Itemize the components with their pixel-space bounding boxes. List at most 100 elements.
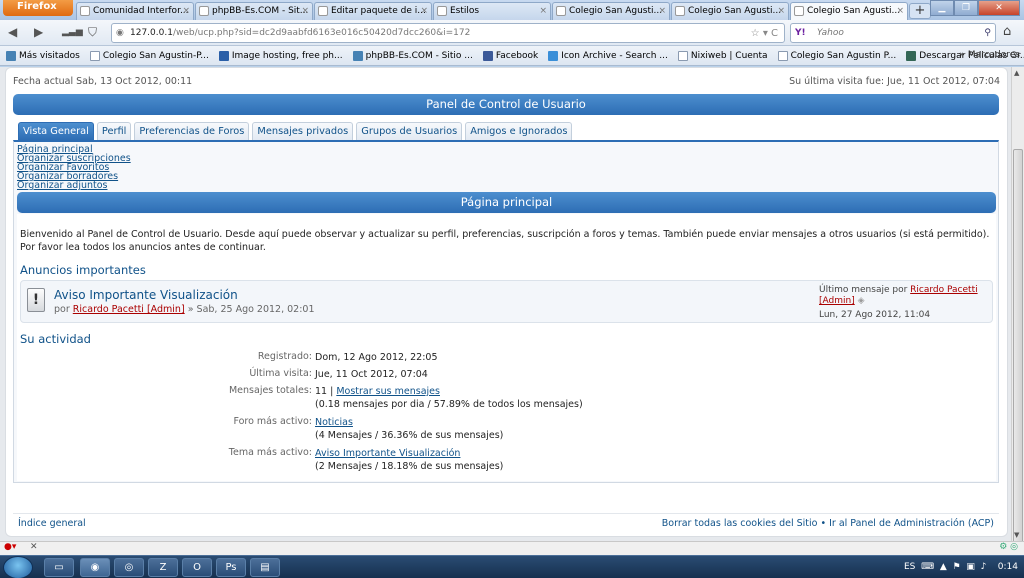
browser-tab-2[interactable]: Editar paquete de i... × <box>314 2 432 20</box>
phpbb-icon <box>352 50 363 61</box>
forward-arrow-icon[interactable]: ▶ <box>34 25 43 39</box>
last-post-author-link[interactable]: Ricardo Pacetti <box>910 285 977 295</box>
firefox-menu-button[interactable]: Firefox <box>3 0 73 16</box>
show-hidden-icons[interactable]: ▲ <box>940 562 947 572</box>
folder-icon <box>6 50 16 61</box>
browser-tab-4[interactable]: Colegio San Agusti... × <box>552 2 670 20</box>
announcement-title[interactable]: Aviso Importante Visualización <box>54 288 238 302</box>
page-icon <box>777 50 788 61</box>
browser-tab-5[interactable]: Colegio San Agusti... × <box>671 2 789 20</box>
tab-preferencias[interactable]: Preferencias de Foros <box>134 122 250 140</box>
announcement-meta: por Ricardo Pacetti [Admin] » Sab, 25 Ag… <box>54 304 315 315</box>
close-window-button[interactable]: ✕ <box>978 0 1020 16</box>
minimize-button[interactable]: ▁ <box>930 0 954 16</box>
url-bar[interactable]: ◉ 127.0.0.1/web/ucp.php?sid=dc2d9aabfd61… <box>111 23 785 43</box>
menu-adjuntos[interactable]: Organizar adjuntos <box>17 181 131 191</box>
view-latest-icon[interactable]: ◈ <box>858 296 865 306</box>
tab-favicon <box>794 6 804 16</box>
tab-vista-general[interactable]: Vista General <box>18 122 94 140</box>
bookmark-5[interactable]: Icon Archive - Search ... <box>548 50 668 61</box>
home-icon[interactable]: ⌂ <box>1003 24 1011 39</box>
close-icon[interactable]: × <box>301 3 309 19</box>
language-indicator[interactable]: ES <box>904 562 915 572</box>
scroll-thumb[interactable] <box>1013 149 1023 567</box>
announcement-icon: ! <box>27 288 45 312</box>
ucp-tabs: Vista General Perfil Preferencias de For… <box>18 122 575 140</box>
shield-icon[interactable]: ⛉ <box>88 25 97 40</box>
addon-bar-icon[interactable]: ⚙ ◎ <box>999 542 1018 552</box>
author-link[interactable]: Ricardo Pacetti [Admin] <box>73 304 185 315</box>
search-input[interactable]: Y! Yahoo ⚲ <box>790 23 996 43</box>
page-icon <box>89 50 100 61</box>
bookmark-2[interactable]: Image hosting, free ph... <box>218 50 343 61</box>
browser-tab-6[interactable]: Colegio San Agusti... × <box>790 2 908 20</box>
vertical-scrollbar[interactable]: ▲ ▼ <box>1011 67 1024 567</box>
start-button[interactable] <box>3 556 33 578</box>
flag-icon[interactable]: ⚑ <box>953 562 961 572</box>
close-icon[interactable]: × <box>182 3 190 19</box>
close-icon[interactable]: × <box>420 3 428 19</box>
navigation-bar: ◀ ▶ ▂▃▅ ⛉ ◉ 127.0.0.1/web/ucp.php?sid=dc… <box>0 20 1024 46</box>
scroll-up-icon[interactable]: ▲ <box>1014 69 1019 77</box>
bookmark-star-icon[interactable]: ☆ ▾ C <box>751 25 778 42</box>
bookmarks-menu[interactable]: » Marcadores <box>959 50 1020 60</box>
footer-links[interactable]: Borrar todas las cookies del Sitio • Ir … <box>662 514 994 534</box>
ucp-body: Página principal Organizar suscripciones… <box>13 140 999 483</box>
show-posts-link[interactable]: Mostrar sus mensajes <box>336 386 440 397</box>
page-viewport: Fecha actual Sab, 13 Oct 2012, 00:11 Su … <box>0 67 1011 541</box>
tab-amigos[interactable]: Amigos e Ignorados <box>465 122 573 140</box>
bookmark-3[interactable]: phpBB-Es.COM - Sitio ... <box>352 50 473 61</box>
search-icon[interactable]: ⚲ <box>984 24 991 42</box>
volume-icon[interactable]: ♪ <box>981 562 987 572</box>
maximize-button[interactable]: ❐ <box>954 0 978 16</box>
announcement-row: ! Aviso Importante Visualización por Ric… <box>20 280 993 323</box>
close-icon[interactable]: × <box>777 3 785 19</box>
image-shack-icon <box>218 50 229 61</box>
welcome-text: Bienvenido al Panel de Control de Usuari… <box>20 229 990 253</box>
close-icon[interactable]: × <box>658 3 666 19</box>
tab-strip: Comunidad Interfor... × phpBB-Es.COM - Si… <box>76 2 931 20</box>
notes-taskbar-icon[interactable]: ▤ <box>250 558 280 577</box>
window-controls: ▁ ❐ ✕ <box>930 0 1020 16</box>
bookmark-0[interactable]: Más visitados <box>6 50 80 61</box>
bookmark-1[interactable]: Colegio San Agustin-P... <box>89 50 209 61</box>
scroll-down-icon[interactable]: ▼ <box>1014 531 1019 539</box>
close-icon[interactable]: × <box>539 3 547 19</box>
tab-favicon <box>437 6 447 16</box>
tab-perfil[interactable]: Perfil <box>96 122 132 140</box>
tab-grupos[interactable]: Grupos de Usuarios <box>356 122 463 140</box>
bookmark-6[interactable]: Nixiweb | Cuenta <box>677 50 768 61</box>
clock[interactable]: 0:14 <box>998 562 1018 572</box>
bookmark-4[interactable]: Facebook <box>482 50 538 61</box>
explorer-taskbar-icon[interactable]: ▭ <box>44 558 74 577</box>
filezilla-taskbar-icon[interactable]: Z <box>148 558 178 577</box>
bookmark-7[interactable]: Colegio San Agustin P... <box>777 50 896 61</box>
new-tab-button[interactable]: + <box>909 3 931 19</box>
close-icon[interactable]: ✕ <box>30 542 38 552</box>
browser-tab-0[interactable]: Comunidad Interfor... × <box>76 2 194 20</box>
page-footer: Índice general Borrar todas las cookies … <box>13 513 999 533</box>
back-arrow-icon[interactable]: ◀ <box>8 25 17 39</box>
windows-taskbar: ▭ ◉ ◎ Z O Ps ▤ ES ⌨ ▲ ⚑ ▣ ♪ 0:14 <box>0 555 1024 578</box>
active-topic-link[interactable]: Aviso Importante Visualización <box>315 448 460 459</box>
last-post-admin-link[interactable]: [Admin] <box>819 296 855 306</box>
board-index-link[interactable]: Índice general <box>18 514 86 534</box>
side-menu: Página principal Organizar suscripciones… <box>17 145 131 191</box>
browser-tab-3[interactable]: Estilos × <box>433 2 551 20</box>
page-icon <box>677 50 688 61</box>
close-icon[interactable]: × <box>896 3 904 19</box>
tab-favicon <box>80 6 90 16</box>
keyboard-icon[interactable]: ⌨ <box>921 562 934 572</box>
chrome-taskbar-icon[interactable]: ◎ <box>114 558 144 577</box>
globe-icon: ◉ <box>116 28 124 38</box>
opera-taskbar-icon[interactable]: O <box>182 558 212 577</box>
addon-icon[interactable]: ●▾ <box>4 542 16 552</box>
tab-mensajes-privados[interactable]: Mensajes privados <box>252 122 354 140</box>
browser-tab-1[interactable]: phpBB-Es.COM - Sit... × <box>195 2 313 20</box>
photoshop-taskbar-icon[interactable]: Ps <box>216 558 246 577</box>
system-tray: ES ⌨ ▲ ⚑ ▣ ♪ 0:14 <box>904 556 1018 578</box>
active-forum-link[interactable]: Noticias <box>315 417 353 428</box>
network-icon[interactable]: ▣ <box>966 562 975 572</box>
browser-title-bar: Firefox Comunidad Interfor... × phpBB-Es.… <box>0 0 1024 20</box>
firefox-taskbar-icon[interactable]: ◉ <box>80 558 110 577</box>
